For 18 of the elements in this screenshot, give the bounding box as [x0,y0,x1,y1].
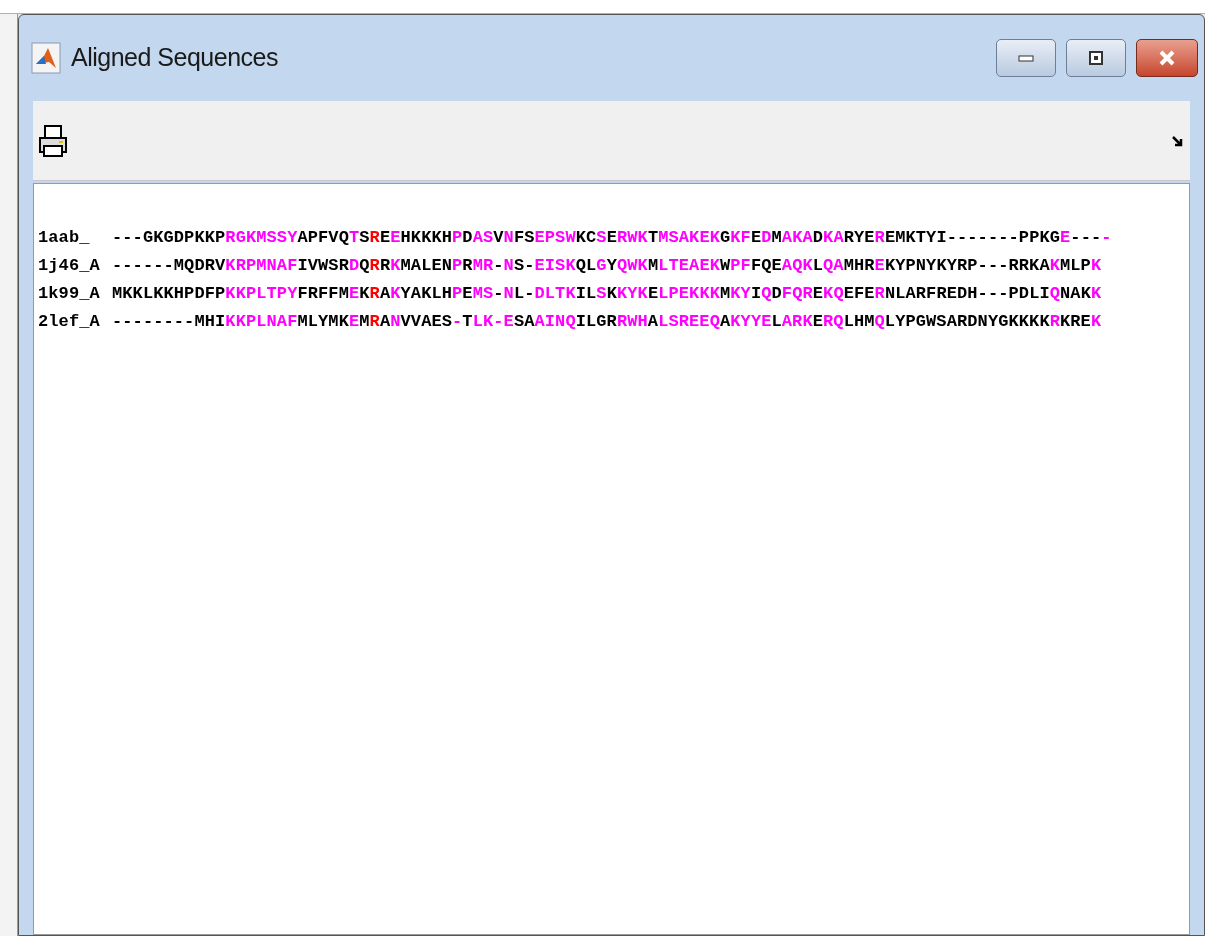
window-title: Aligned Sequences [71,42,278,74]
restore-icon [1088,50,1104,66]
dock-arrow-icon[interactable] [1170,133,1184,148]
sequence-name: 1j46_A [38,257,101,274]
sequence-name: 2lef_A [38,313,101,330]
sequence: --------MHIKKPLNAFMLYMKEMRANVVAES-TLK-ESAAINQILGRRWHALSREEQAKYYELARKERQLHMQLYPGWSARDNYGKKKKRKREK [112,313,1102,330]
close-button[interactable] [1136,39,1198,77]
maximize-button[interactable] [1066,39,1126,77]
sequence-name: 1k99_A [38,285,101,302]
minimize-button[interactable] [996,39,1056,77]
printer-icon[interactable] [37,123,69,158]
minimize-icon [1018,54,1034,62]
close-icon [1158,50,1176,66]
sequence-name: 1aab_ [38,229,91,246]
sequence: ------MQDRVKRPMNAFIVWSRDQRRKMALENPRMR-NS-EISKQLGYQWKMLTEAEKWPFFQEAQKLQAMHREKYPNYKYRP---RRKAKMLPK [112,257,1102,274]
app-logo-icon [31,42,61,74]
sequence: ---GKGDPKKPRGKMSSYAPFVQTSREEHKKKHPDASVNFSEPSWKCSERWKTMSAKEKGKFEDMAKADKARYEREMKTYI-------PPKGE---- [112,229,1112,246]
sequence: MKKLKKHPDFPKKPLTPYFRFFMEKRAKYAKLHPEMS-NL-DLTKILSKKYKELPEKKKMKYIQDFQREKQEFERNLARFREDH---PDLIQNAKK [112,285,1102,302]
